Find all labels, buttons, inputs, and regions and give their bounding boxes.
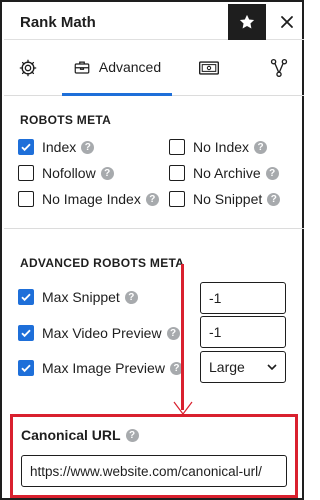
index-checkbox[interactable] xyxy=(18,139,34,155)
tab-advanced-label: Advanced xyxy=(98,58,162,75)
annotation-arrow xyxy=(181,264,184,410)
schema-icon xyxy=(199,61,219,75)
tab-social[interactable] xyxy=(254,40,304,96)
max-video-preview-input[interactable]: -1 xyxy=(200,316,286,348)
help-icon[interactable]: ? xyxy=(166,326,180,340)
tab-bar: Advanced xyxy=(4,40,304,96)
help-icon[interactable]: ? xyxy=(145,192,159,206)
robots-option-index[interactable]: Index ? xyxy=(18,137,95,157)
nofollow-label: Nofollow xyxy=(42,165,96,181)
pin-star-button[interactable] xyxy=(228,4,266,40)
noarchive-checkbox[interactable] xyxy=(169,165,185,181)
advanced-robots-meta-title: ADVANCED ROBOTS META xyxy=(20,256,185,270)
check-icon xyxy=(21,293,31,302)
check-icon xyxy=(21,364,31,373)
app-title: Rank Math xyxy=(20,14,96,31)
max-snippet-label: Max Snippet xyxy=(42,289,120,305)
robots-option-noindex[interactable]: No Index ? xyxy=(169,137,268,157)
noindex-checkbox[interactable] xyxy=(169,139,185,155)
tab-advanced[interactable]: Advanced xyxy=(62,40,172,96)
index-label: Index xyxy=(42,139,77,155)
toolbox-icon xyxy=(74,61,90,74)
advanced-option-max-video-preview[interactable]: Max Video Preview ? xyxy=(18,323,180,343)
max-image-preview-select[interactable]: Large xyxy=(200,351,286,383)
noimageindex-label: No Image Index xyxy=(42,191,141,207)
robots-meta-title: ROBOTS META xyxy=(20,113,112,127)
help-icon[interactable]: ? xyxy=(100,166,114,180)
panel-header: Rank Math xyxy=(4,4,304,40)
max-video-preview-checkbox[interactable] xyxy=(18,325,34,341)
tab-schema[interactable] xyxy=(182,40,236,96)
canonical-url-highlight: Canonical URL ? https://www.website.com/… xyxy=(10,414,298,498)
robots-option-nosnippet[interactable]: No Snippet ? xyxy=(169,189,281,209)
noindex-label: No Index xyxy=(193,139,250,155)
check-icon xyxy=(21,329,31,338)
max-image-preview-label: Max Image Preview xyxy=(42,360,165,376)
robots-option-noimageindex[interactable]: No Image Index ? xyxy=(18,189,159,209)
help-icon[interactable]: ? xyxy=(125,428,139,442)
help-icon[interactable]: ? xyxy=(265,166,279,180)
check-icon xyxy=(21,143,31,152)
nosnippet-checkbox[interactable] xyxy=(169,191,185,207)
close-icon xyxy=(281,16,293,28)
help-icon[interactable]: ? xyxy=(124,290,138,304)
advanced-option-max-image-preview[interactable]: Max Image Preview ? xyxy=(18,358,183,378)
max-video-preview-label: Max Video Preview xyxy=(42,325,162,341)
section-divider xyxy=(4,228,304,229)
max-image-preview-checkbox[interactable] xyxy=(18,360,34,376)
canonical-url-input[interactable]: https://www.website.com/canonical-url/ xyxy=(21,455,287,487)
social-graph-icon xyxy=(270,58,288,78)
tab-general[interactable] xyxy=(4,40,52,96)
noimageindex-checkbox[interactable] xyxy=(18,191,34,207)
max-snippet-checkbox[interactable] xyxy=(18,289,34,305)
robots-option-noarchive[interactable]: No Archive ? xyxy=(169,163,279,183)
sidebar-panel: Rank Math Advanced ROBOTS META Index ? N… xyxy=(0,0,304,500)
close-button[interactable] xyxy=(270,4,304,40)
chevron-down-icon xyxy=(267,364,277,370)
gear-icon xyxy=(19,59,37,77)
advanced-option-max-snippet[interactable]: Max Snippet ? xyxy=(18,287,138,307)
noarchive-label: No Archive xyxy=(193,165,261,181)
help-icon[interactable]: ? xyxy=(267,192,281,206)
robots-option-nofollow[interactable]: Nofollow ? xyxy=(18,163,114,183)
help-icon[interactable]: ? xyxy=(81,140,95,154)
help-icon[interactable]: ? xyxy=(254,140,268,154)
star-icon xyxy=(239,14,255,29)
max-image-preview-value: Large xyxy=(209,359,245,375)
canonical-url-title: Canonical URL ? xyxy=(21,427,139,443)
nosnippet-label: No Snippet xyxy=(193,191,263,207)
canonical-url-label: Canonical URL xyxy=(21,427,121,443)
nofollow-checkbox[interactable] xyxy=(18,165,34,181)
max-snippet-input[interactable]: -1 xyxy=(200,282,286,314)
